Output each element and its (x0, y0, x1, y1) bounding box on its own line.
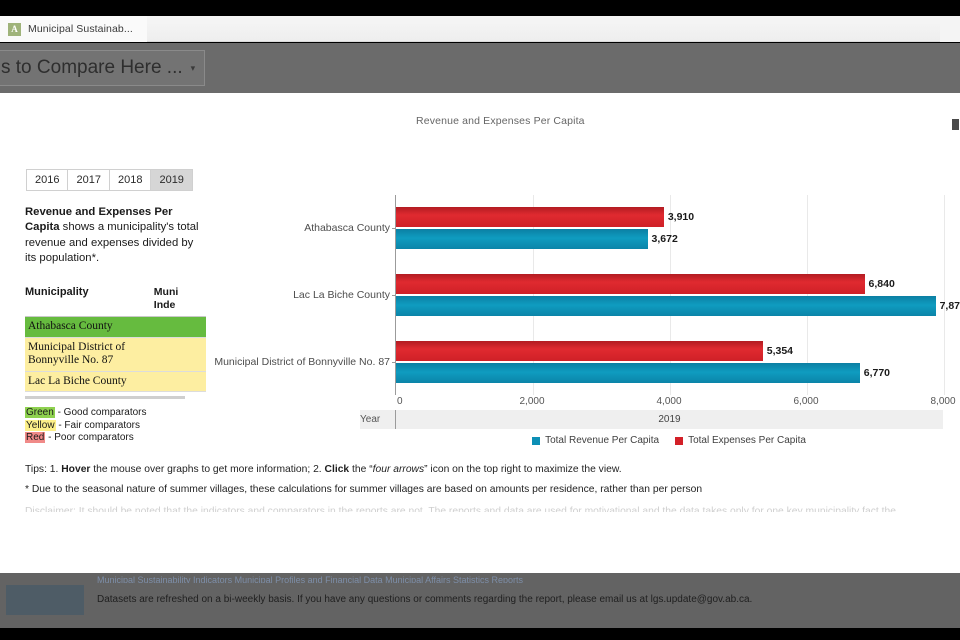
year-tab-2016[interactable]: 2016 (27, 170, 69, 190)
screenshot-root: A Municipal Sustainab... s to Compare He… (0, 0, 960, 640)
tips-bold-click: Click (324, 464, 350, 475)
tabstrip-filler (940, 16, 960, 42)
x-axis-tick-label: 0 (397, 396, 403, 407)
table-row[interactable]: Lac La Biche County (25, 371, 206, 392)
export-icon[interactable] (952, 119, 959, 130)
legend-swatch (532, 436, 541, 445)
footer-text: Datasets are refreshed on a bi-weekly ba… (97, 594, 753, 605)
tips-italic: four arrows (372, 464, 425, 475)
footnote: * Due to the seasonal nature of summer v… (25, 484, 703, 495)
comparator-legend-item: Green - Good comparators (25, 407, 147, 420)
comparator-legend-item: Yellow - Fair comparators (25, 419, 147, 433)
table-cell-index (154, 371, 206, 391)
favicon-icon: A (8, 22, 21, 36)
table-header-index-line1: Muni (153, 286, 179, 298)
category-label: Lac La Biche County (293, 289, 390, 301)
disclaimer-clipped: Disclaimer: It should be noted that the … (25, 506, 896, 512)
comparator-legend-text: - Poor comparators (45, 432, 134, 444)
x-axis-tick-label: 4,000 (656, 396, 682, 407)
bar-value-label: 6,770 (863, 366, 891, 379)
tips-mid2: the “ (349, 464, 373, 475)
bar-teal[interactable]: 6,770 (396, 362, 890, 383)
comparator-legend: Green - Good comparators Yellow - Fair co… (25, 407, 147, 445)
comparator-swatch: Green (25, 407, 55, 418)
bar-value-label: 7,877 (939, 300, 960, 312)
tips-prefix: Tips: 1. (25, 464, 62, 475)
bar-chart: Athabasca County 3,910 3,672 Lac La Biche C… (210, 195, 960, 446)
table-cell-municipality: Lac La Biche County (25, 371, 155, 391)
footer-logo-box (6, 585, 84, 615)
x-axis-tick-label: 2,000 (519, 396, 545, 407)
legend-label: Total Revenue Per Capita (545, 435, 660, 446)
comparator-swatch: Yellow (25, 419, 56, 431)
bar-value-label: 3,672 (651, 233, 678, 246)
chart-plot-area: Athabasca County 3,910 3,672 Lac La Biche C… (214, 195, 960, 395)
window-bottom-bezel (0, 628, 960, 640)
year-tab-2017[interactable]: 2017 (68, 170, 110, 190)
category-label: Municipal District of Bonnyville No. 87 (214, 355, 390, 368)
compare-dropdown-label: s to Compare Here ... (1, 57, 183, 78)
table-bottom-rule (25, 396, 185, 399)
comparator-swatch: Red (25, 432, 46, 444)
legend-item[interactable]: Total Expenses Per Capita (675, 435, 806, 446)
table-row[interactable]: Municipal District of Bonnyville No. 87 (25, 337, 206, 372)
chevron-down-icon: ▾ (190, 62, 196, 73)
legend-label: Total Expenses Per Capita (688, 435, 806, 446)
gridline (944, 195, 945, 395)
table-cell-municipality: Municipal District of Bonnyville No. 87 (25, 337, 155, 371)
group-axis-value: 2019 (395, 410, 943, 429)
tips-mid1: the mouse over graphs to get more inform… (90, 464, 325, 475)
year-tab-2018[interactable]: 2018 (109, 170, 152, 190)
group-axis-label: Year (360, 414, 381, 425)
table-header-index: Muni Inde (154, 286, 206, 311)
comparator-legend-text: - Good comparators (54, 407, 147, 418)
comparator-table: Municipality Muni Inde Athabasca County M… (25, 286, 206, 399)
bar-red[interactable]: 3,910 (396, 207, 694, 228)
category-label: Athabasca County (304, 222, 390, 235)
bar-red[interactable]: 5,354 (396, 340, 793, 361)
tips-line: Tips: 1. Hover the mouse over graphs to … (25, 463, 622, 477)
table-cell-index (154, 317, 206, 337)
bar-value-label: 6,840 (868, 278, 895, 290)
table-header-municipality: Municipality (25, 286, 89, 298)
table-header-index-line2: Inde (153, 298, 176, 311)
footer-links[interactable]: Municipal Sustainability Indicators Muni… (97, 575, 897, 583)
tips-suffix: ” icon on the top right to maximize the … (424, 464, 622, 475)
year-tab-2019[interactable]: 2019 (151, 170, 192, 190)
bar-teal[interactable]: 3,672 (396, 229, 678, 250)
table-row[interactable]: Athabasca County (25, 317, 206, 338)
page-toolbar: s to Compare Here ... ▾ (0, 43, 960, 93)
compare-dropdown[interactable]: s to Compare Here ... ▾ (0, 50, 205, 86)
chart-legend: Total Revenue Per Capita Total Expenses P… (395, 435, 943, 446)
bar-red[interactable]: 6,840 (396, 274, 895, 294)
comparator-legend-item: Red - Poor comparators (25, 432, 147, 445)
legend-item[interactable]: Total Revenue Per Capita (532, 435, 659, 446)
comparator-legend-text: - Fair comparators (55, 419, 141, 431)
x-axis-tick-label: 8,000 (930, 396, 956, 407)
tips-bold-hover: Hover (61, 464, 91, 475)
legend-swatch (675, 436, 684, 445)
x-axis-tick-label: 6,000 (793, 396, 819, 407)
window-top-bezel (0, 0, 960, 16)
chart-title: Revenue and Expenses Per Capita (416, 115, 585, 127)
browser-tab-title: Municipal Sustainab... (28, 23, 133, 35)
browser-tabstrip: A Municipal Sustainab... (0, 16, 940, 42)
browser-tab[interactable]: A Municipal Sustainab... (0, 16, 147, 42)
year-tab-group: 2016 2017 2018 2019 (26, 169, 193, 191)
bar-value-label: 5,354 (766, 344, 794, 357)
table-header-row: Municipality Muni Inde (25, 286, 206, 317)
table-cell-index (154, 337, 206, 371)
bar-value-label: 3,910 (667, 211, 695, 224)
table-cell-municipality: Athabasca County (25, 317, 155, 337)
report-description: Revenue and Expenses Per Capita shows a … (25, 205, 207, 267)
bar-teal[interactable]: 7,877 (396, 296, 960, 316)
